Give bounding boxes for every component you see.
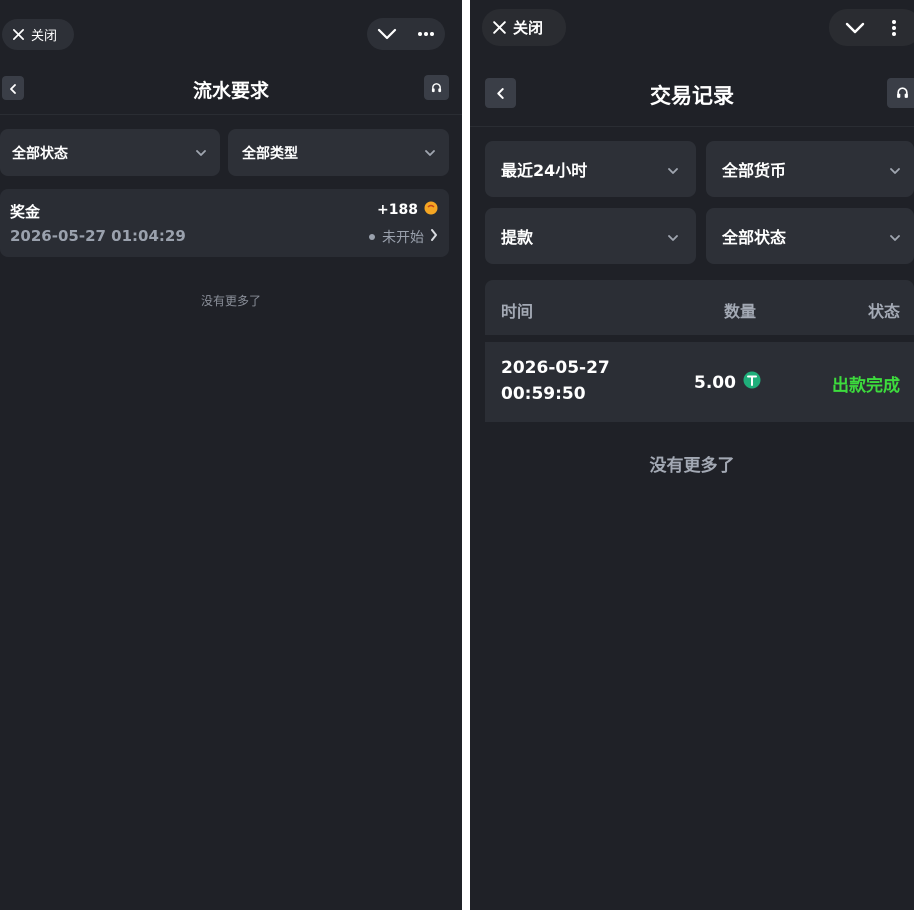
time-range-filter[interactable]: 最近24小时 <box>485 141 696 197</box>
chevron-down-icon <box>668 227 678 246</box>
more-icon <box>891 19 897 37</box>
chevron-down-icon <box>890 160 900 179</box>
chevron-down-icon <box>425 145 435 161</box>
currency-filter[interactable]: 全部货币 <box>706 141 914 197</box>
page-header: 交易记录 <box>470 66 914 127</box>
page-title: 交易记录 <box>650 84 734 108</box>
menu-pill <box>367 18 445 50</box>
status-dot-icon <box>368 229 376 245</box>
chevron-down-icon <box>377 28 397 40</box>
page-title: 流水要求 <box>192 80 269 102</box>
usdt-icon <box>743 371 761 394</box>
page-header: 流水要求 <box>0 62 462 115</box>
chevron-down-icon <box>845 22 865 34</box>
record-status-label: 未开始 <box>382 230 424 246</box>
status-filter[interactable]: 全部状态 <box>0 129 220 176</box>
customer-service-button[interactable] <box>887 78 914 108</box>
chevron-right-icon <box>430 229 438 245</box>
chevron-down-icon <box>196 145 206 161</box>
more-button[interactable] <box>891 19 897 37</box>
no-more-text: 没有更多了 <box>200 294 261 308</box>
row-time: 00:59:50 <box>501 384 586 404</box>
table-header: 时间 数量 状态 <box>485 280 914 335</box>
coin-icon <box>424 201 438 219</box>
menu-pill <box>829 9 914 46</box>
record-datetime: 2026-05-27 01:04:29 <box>10 227 186 245</box>
close-icon <box>492 20 507 35</box>
record-amount-value: +188 <box>377 202 418 218</box>
type-filter[interactable]: 提款 <box>485 208 696 264</box>
type-filter-label: 提款 <box>501 228 534 247</box>
status-filter-label: 全部状态 <box>722 228 787 247</box>
minimize-button[interactable] <box>377 28 397 40</box>
chevron-down-icon <box>668 160 678 179</box>
status-filter[interactable]: 全部状态 <box>706 208 914 264</box>
no-more-text: 没有更多了 <box>649 456 735 476</box>
more-button[interactable] <box>417 31 435 37</box>
left-screen: 关闭 流水要求 全部状态 全部类型 奖金 +188 2026-05-27 01:… <box>0 0 462 910</box>
record-card[interactable]: 奖金 +188 2026-05-27 01:04:29 未开始 <box>0 189 449 257</box>
headset-icon <box>896 84 909 103</box>
headset-icon <box>431 78 442 97</box>
close-label: 关闭 <box>513 19 544 37</box>
minimize-button[interactable] <box>845 22 865 34</box>
record-name: 奖金 <box>10 203 41 221</box>
close-label: 关闭 <box>31 29 58 44</box>
row-amount: 5.00 <box>694 371 761 394</box>
customer-service-button[interactable] <box>424 75 449 100</box>
type-filter[interactable]: 全部类型 <box>228 129 449 176</box>
close-button[interactable]: 关闭 <box>482 9 566 46</box>
header-amount: 数量 <box>724 302 757 321</box>
table-row[interactable]: 2026-05-27 00:59:50 5.00 出款完成 <box>485 342 914 422</box>
more-icon <box>417 31 435 37</box>
record-amount: +188 <box>377 201 438 219</box>
chevron-down-icon <box>890 227 900 246</box>
close-icon <box>12 28 25 41</box>
record-status: 未开始 <box>368 227 438 247</box>
status-filter-label: 全部状态 <box>12 145 68 162</box>
row-date: 2026-05-27 <box>501 358 610 378</box>
row-amount-value: 5.00 <box>694 372 736 393</box>
type-filter-label: 全部类型 <box>242 145 298 162</box>
close-button[interactable]: 关闭 <box>2 19 74 50</box>
right-screen: 关闭 交易记录 最近24小时 全部货币 提款 全部状态 时间 数量 状态 202… <box>470 0 914 910</box>
row-status: 出款完成 <box>832 376 900 396</box>
time-range-filter-label: 最近24小时 <box>501 161 588 180</box>
currency-filter-label: 全部货币 <box>722 161 787 180</box>
header-status: 状态 <box>867 302 900 321</box>
header-time: 时间 <box>501 302 534 321</box>
